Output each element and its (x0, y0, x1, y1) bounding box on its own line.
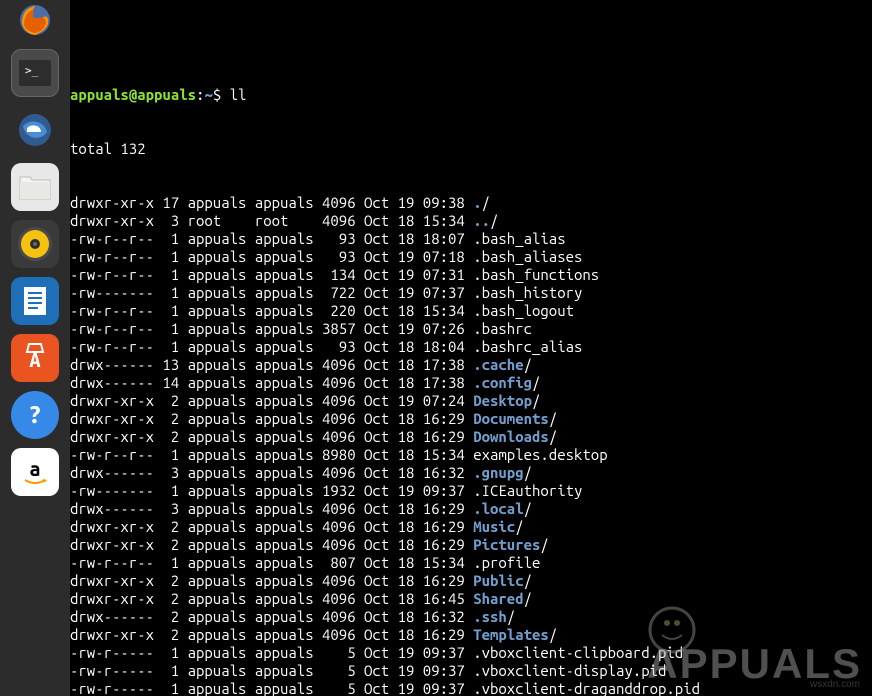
files-icon[interactable] (11, 163, 59, 211)
listing-row: drwxr-xr-x 17 appuals appuals 4096 Oct 1… (70, 194, 872, 212)
listing-row: -rw------- 1 appuals appuals 722 Oct 19 … (70, 284, 872, 302)
listing-row: drwxr-xr-x 2 appuals appuals 4096 Oct 18… (70, 410, 872, 428)
terminal-header (70, 36, 872, 50)
amazon-icon[interactable]: a (11, 448, 59, 496)
prompt-path: ~ (204, 86, 212, 103)
listing-row: drwx------ 3 appuals appuals 4096 Oct 18… (70, 500, 872, 518)
listing-row: -rw-r--r-- 1 appuals appuals 93 Oct 18 1… (70, 230, 872, 248)
libreoffice-writer-icon[interactable] (11, 277, 59, 325)
listing-row: -rw-r--r-- 1 appuals appuals 93 Oct 18 1… (70, 338, 872, 356)
launcher-dock: >_ A ? a (0, 0, 70, 696)
listing-row: drwxr-xr-x 3 root root 4096 Oct 18 15:34… (70, 212, 872, 230)
listing-row: drwxr-xr-x 2 appuals appuals 4096 Oct 18… (70, 536, 872, 554)
listing-row: -rw-r--r-- 1 appuals appuals 220 Oct 18 … (70, 302, 872, 320)
listing-row: -rw-r--r-- 1 appuals appuals 134 Oct 19 … (70, 266, 872, 284)
ubuntu-software-icon[interactable]: A (11, 334, 59, 382)
terminal-window[interactable]: appuals@appuals:~$ ll total 132 drwxr-xr… (70, 0, 872, 696)
svg-text:?: ? (28, 401, 41, 428)
prompt-symbol: $ (213, 86, 221, 103)
listing-row: drwxr-xr-x 2 appuals appuals 4096 Oct 18… (70, 518, 872, 536)
sub-watermark: wsxdn.com (810, 676, 860, 694)
svg-text:a: a (29, 457, 40, 480)
prompt-host: appuals (137, 86, 196, 103)
prompt-user: appuals (70, 86, 129, 103)
listing-row: drwxr-xr-x 2 appuals appuals 4096 Oct 18… (70, 428, 872, 446)
firefox-icon[interactable] (11, 0, 59, 40)
listing-row: drwxr-xr-x 2 appuals appuals 4096 Oct 19… (70, 392, 872, 410)
help-icon[interactable]: ? (11, 391, 59, 439)
prompt-line-1: appuals@appuals:~$ ll (70, 86, 872, 104)
prompt-at: @ (129, 86, 137, 103)
command-text: ll (221, 86, 246, 103)
total-line: total 132 (70, 140, 872, 158)
listing-row: -rw------- 1 appuals appuals 1932 Oct 19… (70, 482, 872, 500)
rhythmbox-icon[interactable] (11, 220, 59, 268)
listing-row: drwx------ 14 appuals appuals 4096 Oct 1… (70, 374, 872, 392)
terminal-icon[interactable]: >_ (11, 49, 59, 97)
svg-text:A: A (29, 348, 40, 371)
listing-row: -rw-r--r-- 1 appuals appuals 93 Oct 19 0… (70, 248, 872, 266)
listing-row: drwx------ 3 appuals appuals 4096 Oct 18… (70, 464, 872, 482)
listing-row: -rw-r--r-- 1 appuals appuals 8980 Oct 18… (70, 446, 872, 464)
thunderbird-icon[interactable] (11, 106, 59, 154)
svg-text:>_: >_ (25, 64, 39, 77)
listing-row: drwx------ 13 appuals appuals 4096 Oct 1… (70, 356, 872, 374)
listing-row: -rw-r--r-- 1 appuals appuals 3857 Oct 19… (70, 320, 872, 338)
watermark-logo: APPUALS (647, 569, 862, 691)
